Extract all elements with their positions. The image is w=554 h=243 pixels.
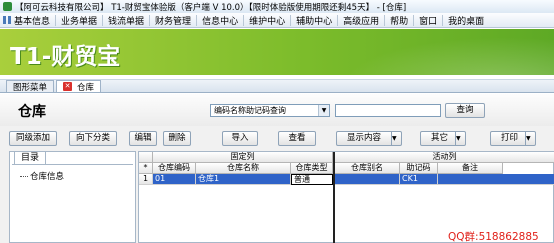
menu-finance[interactable]: 财务管理 (150, 14, 196, 27)
col-header-alias[interactable]: 仓库别名 (335, 163, 400, 174)
import-button[interactable]: 导入 (222, 131, 258, 146)
cell-note[interactable] (438, 174, 554, 185)
grid-menu-icon (3, 16, 11, 24)
menu-cashflow-docs[interactable]: 钱流单据 (103, 14, 149, 27)
cell-alias[interactable] (335, 174, 400, 185)
cell-mnemonic[interactable]: CK1 (400, 174, 438, 185)
close-icon[interactable]: ✕ (63, 82, 73, 91)
tree-node-label: 仓库信息 (30, 172, 65, 182)
col-header-mnemonic[interactable]: 助记码 (400, 163, 438, 174)
view-button[interactable]: 查看 (278, 131, 316, 146)
other-label: 其它 (431, 133, 449, 143)
query-mode-select[interactable]: 编码名称助记码查询 ▼ (210, 104, 330, 117)
tree-node-warehouse-info[interactable]: 仓库信息 (20, 170, 64, 182)
add-same-level-button[interactable]: 同级添加 (9, 131, 57, 146)
banner-decoration (314, 29, 554, 75)
display-content-label: 显示内容 (347, 133, 382, 143)
tab-warehouse[interactable]: ✕ 仓库 (56, 80, 102, 93)
col-header-name[interactable]: 仓库名称 (196, 163, 291, 174)
cell-name[interactable]: 仓库1 (196, 174, 291, 185)
chevron-down-icon[interactable]: ▼ (318, 105, 329, 116)
toolbar: 同级添加 向下分类 编辑 删除 导入 查看 显示内容 ▼ 其它 ▼ 打印 ▼ (0, 128, 554, 148)
menu-label: 基本信息 (14, 16, 51, 27)
app-icon (3, 2, 12, 11)
table-row[interactable]: 1 01 仓库1 普通 CK1 (139, 174, 554, 185)
menu-business-docs[interactable]: 业务单据 (56, 14, 102, 27)
chevron-down-icon[interactable]: ▼ (455, 132, 465, 145)
menu-basic-info[interactable]: 基本信息 (0, 14, 55, 27)
page-title: 仓库 (18, 104, 46, 120)
category-tree-panel: 仓库信息 目录 (9, 151, 136, 243)
print-label: 打印 (501, 133, 519, 143)
menu-window[interactable]: 窗口 (414, 14, 442, 27)
search-input[interactable] (335, 104, 441, 117)
brand-logo: T1-财贸宝 (10, 44, 121, 70)
col-header-code[interactable]: 仓库编码 (153, 163, 196, 174)
query-button[interactable]: 查询 (445, 103, 485, 118)
menu-maintenance[interactable]: 维护中心 (244, 14, 290, 27)
other-button[interactable]: 其它 ▼ (420, 131, 466, 146)
window-titlebar: 【阿可云科技有限公司】 T1-财贸宝体验版（客户端 V 10.0）【限时体验版使… (0, 0, 554, 13)
brand-banner: T1-财贸宝 (0, 29, 554, 75)
group-header-active: 活动列 (335, 152, 554, 163)
chevron-down-icon[interactable]: ▼ (391, 132, 401, 145)
col-header-note[interactable]: 备注 (438, 163, 503, 174)
menu-advanced[interactable]: 高级应用 (338, 14, 384, 27)
window-title: 【阿可云科技有限公司】 T1-财贸宝体验版（客户端 V 10.0）【限时体验版使… (15, 2, 407, 13)
query-mode-value: 编码名称助记码查询 (214, 106, 286, 115)
menu-my-desktop[interactable]: 我的桌面 (443, 14, 489, 27)
delete-button[interactable]: 删除 (163, 131, 191, 146)
cell-code[interactable]: 01 (153, 174, 196, 185)
qq-group-watermark: QQ群:518862885 (448, 231, 539, 243)
tree-connector (20, 175, 28, 177)
fixed-column-divider[interactable] (333, 152, 335, 243)
menu-auxiliary[interactable]: 辅助中心 (291, 14, 337, 27)
tree-tab[interactable]: 目录 (14, 151, 47, 164)
row-marker-header: * (139, 163, 153, 174)
print-button[interactable]: 打印 ▼ (490, 131, 536, 146)
chevron-down-icon[interactable]: ▼ (525, 132, 535, 145)
display-content-button[interactable]: 显示内容 ▼ (336, 131, 402, 146)
cell-type[interactable]: 普通 (291, 174, 333, 185)
menubar: 基本信息 业务单据 钱流单据 财务管理 信息中心 维护中心 辅助中心 高级应用 … (0, 13, 554, 28)
group-header-fixed: 固定列 (153, 152, 333, 163)
grid-group-header: 固定列 活动列 (139, 152, 554, 163)
menu-help[interactable]: 帮助 (385, 14, 413, 27)
document-tabbar: 图形菜单 ✕ 仓库 (0, 79, 554, 93)
add-sub-category-button[interactable]: 向下分类 (69, 131, 117, 146)
grid-column-header: * 仓库编码 仓库名称 仓库类型 仓库别名 助记码 备注 (139, 163, 554, 174)
group-header-blank (139, 152, 153, 163)
page-header: 仓库 编码名称助记码查询 ▼ 查询 (0, 94, 554, 126)
col-header-type[interactable]: 仓库类型 (291, 163, 333, 174)
main-content: 仓库 编码名称助记码查询 ▼ 查询 同级添加 向下分类 编辑 删除 导入 查看 … (0, 94, 554, 243)
menu-info-center[interactable]: 信息中心 (197, 14, 243, 27)
row-number: 1 (139, 174, 153, 185)
tab-label: 仓库 (77, 82, 95, 93)
tree-area: 仓库信息 (12, 164, 133, 240)
tab-label: 图形菜单 (13, 82, 48, 93)
tab-graphic-menu[interactable]: 图形菜单 (6, 80, 55, 93)
edit-button[interactable]: 编辑 (129, 131, 157, 146)
